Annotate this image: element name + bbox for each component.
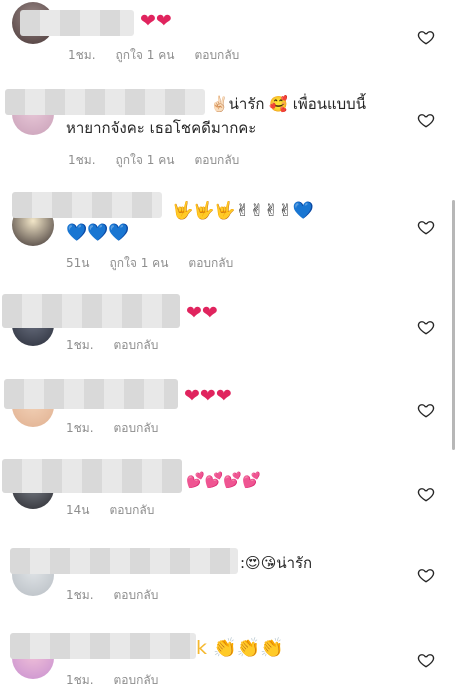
comment-meta: 14น ตอบกลับ bbox=[66, 501, 154, 520]
comment-item: 💕💕💕💕 14น ตอบกลับ bbox=[0, 455, 460, 525]
reply-button[interactable]: ตอบกลับ bbox=[114, 336, 159, 355]
heart-outline-icon bbox=[417, 404, 435, 418]
heart-outline-icon bbox=[417, 488, 435, 502]
comment-text: ❤❤❤ bbox=[184, 385, 232, 407]
like-button[interactable] bbox=[417, 651, 435, 669]
comment-item: ❤❤ 1ชม. ถูกใจ 1 คน ตอบกลับ bbox=[0, 0, 460, 70]
comment-meta: 1ชม. ตอบกลับ bbox=[66, 671, 158, 690]
blurred-username bbox=[2, 459, 182, 493]
comment-text-line1: 🤟🤟🤟✌✌✌✌💙 bbox=[172, 201, 314, 221]
reply-button[interactable]: ตอบกลับ bbox=[188, 254, 233, 273]
heart-outline-icon bbox=[417, 31, 435, 45]
comment-item: :😍😘น่ารัก 1ชม. ตอบกลับ bbox=[0, 540, 460, 610]
comment-item: ❤❤❤ 1ชม. ตอบกลับ bbox=[0, 375, 460, 445]
comment-text: 💕💕💕💕 bbox=[186, 471, 261, 489]
comment-meta: 1ชม. ถูกใจ 1 คน ตอบกลับ bbox=[68, 46, 239, 65]
comment-meta: 1ชม. ตอบกลับ bbox=[66, 586, 158, 605]
like-button[interactable] bbox=[417, 111, 435, 129]
comment-time: 14น bbox=[66, 503, 90, 517]
blurred-username bbox=[20, 10, 134, 36]
blurred-username bbox=[10, 633, 196, 659]
comment-item: 🤟🤟🤟✌✌✌✌💙 💙💙💙 51น ถูกใจ 1 คน ตอบกลับ bbox=[0, 190, 460, 285]
comment-list: ❤❤ 1ชม. ถูกใจ 1 คน ตอบกลับ ✌🏻น่ารัก 🥰 เพ… bbox=[0, 0, 460, 696]
heart-outline-icon bbox=[417, 654, 435, 668]
comment-text: ❤❤ bbox=[186, 302, 218, 324]
comment-meta: 1ชม. ตอบกลับ bbox=[66, 419, 158, 438]
reply-button[interactable]: ตอบกลับ bbox=[194, 151, 239, 170]
comment-item: ❤❤ 1ชม. ตอบกลับ bbox=[0, 290, 460, 360]
comment-time: 1ชม. bbox=[68, 153, 96, 167]
comment-time: 1ชม. bbox=[66, 673, 94, 687]
blurred-username bbox=[5, 89, 205, 115]
reply-button[interactable]: ตอบกลับ bbox=[114, 419, 159, 438]
like-button[interactable] bbox=[417, 485, 435, 503]
reply-button[interactable]: ตอบกลับ bbox=[114, 586, 159, 605]
comment-time: 1ชม. bbox=[66, 338, 94, 352]
comment-meta: 1ชม. ตอบกลับ bbox=[66, 336, 158, 355]
blurred-username bbox=[12, 192, 162, 218]
heart-outline-icon bbox=[417, 569, 435, 583]
heart-outline-icon bbox=[417, 114, 435, 128]
comment-time: 1ชม. bbox=[68, 48, 96, 62]
comment-likes[interactable]: ถูกใจ 1 คน bbox=[116, 151, 175, 170]
reply-button[interactable]: ตอบกลับ bbox=[114, 671, 159, 690]
reply-button[interactable]: ตอบกลับ bbox=[194, 46, 239, 65]
blurred-username bbox=[2, 294, 180, 328]
like-button[interactable] bbox=[417, 218, 435, 236]
like-button[interactable] bbox=[417, 28, 435, 46]
comment-time: 1ชม. bbox=[66, 421, 94, 435]
comment-text-line1: ✌🏻น่ารัก 🥰 เพื่อนแบบนี้ bbox=[210, 95, 366, 113]
comment-text: ❤❤ bbox=[140, 10, 172, 32]
comment-item: ✌🏻น่ารัก 🥰 เพื่อนแบบนี้ หายากจังคะ เธอโช… bbox=[0, 85, 460, 180]
heart-outline-icon bbox=[417, 221, 435, 235]
blurred-username bbox=[10, 548, 238, 574]
heart-outline-icon bbox=[417, 321, 435, 335]
like-button[interactable] bbox=[417, 566, 435, 584]
comment-time: 51น bbox=[66, 256, 90, 270]
comment-meta: 1ชม. ถูกใจ 1 คน ตอบกลับ bbox=[68, 151, 239, 170]
comment-text-line2: หายากจังคะ เธอโชคดีมากคะ bbox=[66, 119, 257, 137]
comment-meta: 51น ถูกใจ 1 คน ตอบกลับ bbox=[66, 254, 233, 273]
comment-text: k 👏👏👏 bbox=[196, 637, 285, 659]
comment-text: :😍😘น่ารัก bbox=[240, 554, 313, 572]
scrollbar[interactable] bbox=[452, 200, 455, 450]
reply-button[interactable]: ตอบกลับ bbox=[109, 501, 154, 520]
comment-text-line2: 💙💙💙 bbox=[66, 223, 130, 243]
comment-likes[interactable]: ถูกใจ 1 คน bbox=[109, 254, 168, 273]
comment-time: 1ชม. bbox=[66, 588, 94, 602]
like-button[interactable] bbox=[417, 318, 435, 336]
blurred-username bbox=[4, 379, 178, 409]
like-button[interactable] bbox=[417, 401, 435, 419]
comment-likes[interactable]: ถูกใจ 1 คน bbox=[116, 46, 175, 65]
comment-item: k 👏👏👏 1ชม. ตอบกลับ bbox=[0, 625, 460, 696]
